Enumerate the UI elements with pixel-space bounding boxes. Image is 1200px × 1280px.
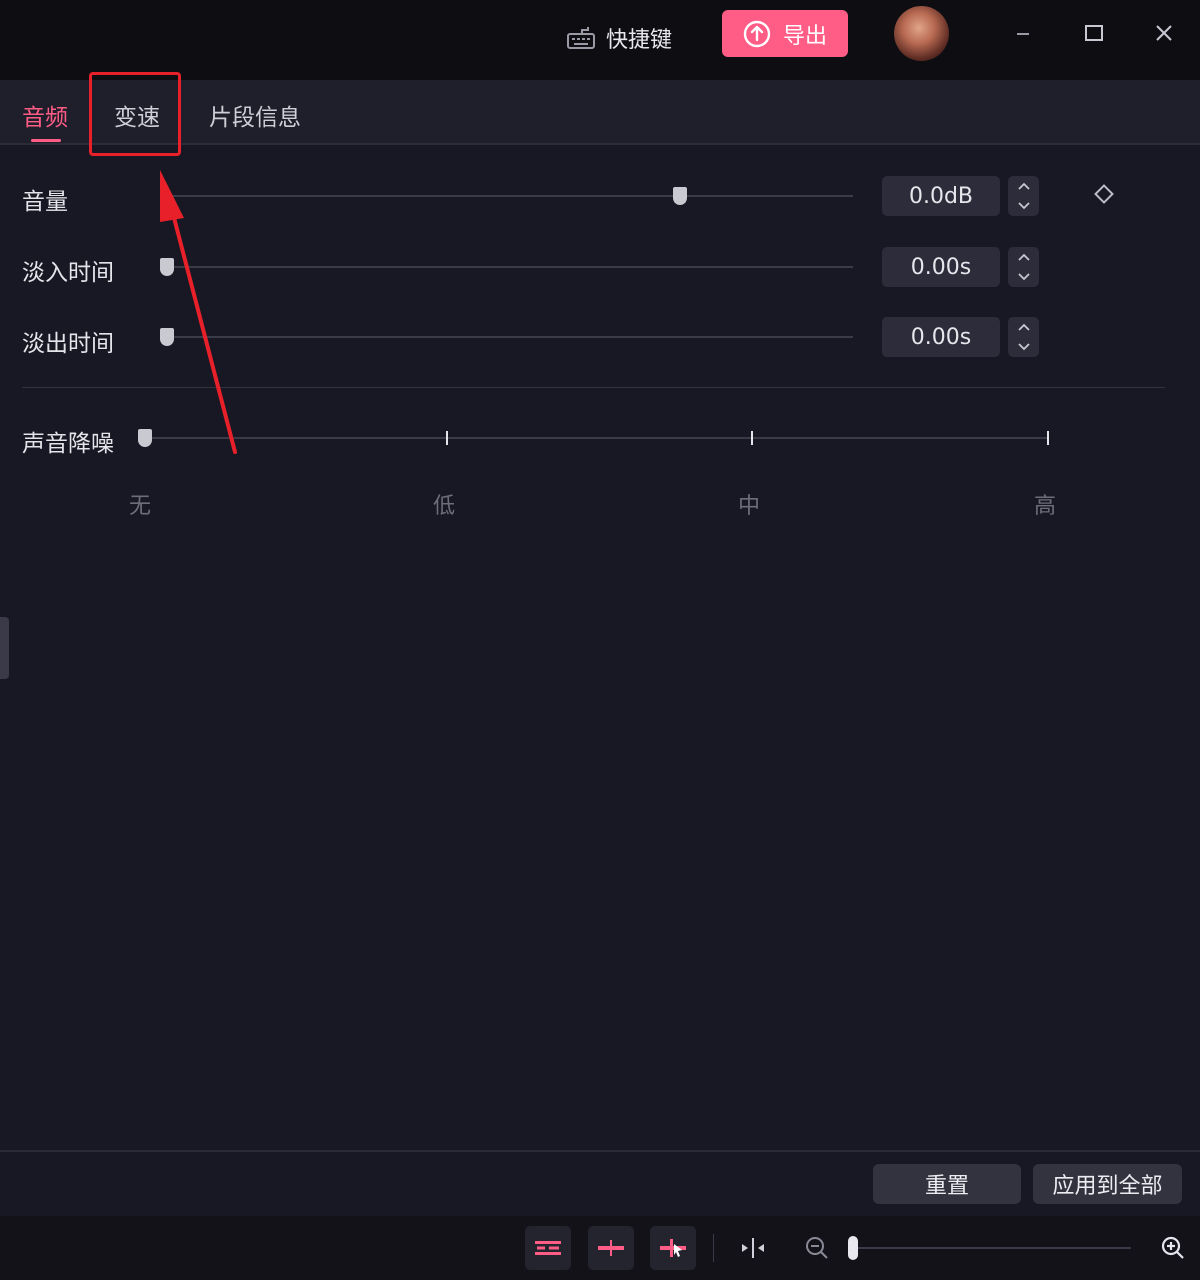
shortcut-label: 快捷键 <box>606 28 673 53</box>
fade-out-label: 淡出时间 <box>22 331 114 357</box>
user-avatar[interactable] <box>894 6 949 61</box>
fade-in-label: 淡入时间 <box>22 260 114 286</box>
cursor-link-icon <box>660 1239 686 1257</box>
noise-reduction-label: 声音降噪 <box>22 431 114 457</box>
export-label: 导出 <box>782 23 827 49</box>
apply-to-all-button[interactable]: 应用到全部 <box>1033 1164 1182 1204</box>
chevron-up-icon[interactable] <box>1008 176 1039 196</box>
noise-level-tick <box>751 431 753 445</box>
close-button[interactable] <box>1149 18 1179 48</box>
zoom-slider[interactable] <box>852 1247 1131 1249</box>
chevron-up-icon[interactable] <box>1008 247 1039 267</box>
volume-slider-thumb[interactable] <box>672 187 687 205</box>
fade-in-stepper[interactable] <box>1008 247 1039 287</box>
minimize-button[interactable] <box>1008 18 1038 48</box>
tab-clip-info[interactable]: 片段信息 <box>209 98 301 132</box>
chevron-down-icon[interactable] <box>1008 337 1039 357</box>
toolbar-separator <box>713 1234 714 1262</box>
fade-in-value[interactable]: 0.00s <box>882 247 1000 287</box>
chevron-up-icon[interactable] <box>1008 317 1039 337</box>
tab-audio[interactable]: 音频 <box>22 98 68 132</box>
fade-out-value[interactable]: 0.00s <box>882 317 1000 357</box>
fade-out-slider[interactable] <box>160 336 853 338</box>
maximize-button[interactable] <box>1079 18 1109 48</box>
split-axis-icon <box>742 1238 764 1258</box>
reset-button[interactable]: 重置 <box>873 1164 1021 1204</box>
preview-axis-button[interactable] <box>730 1226 776 1270</box>
zoom-in-button[interactable] <box>1150 1226 1196 1270</box>
noise-level-low[interactable]: 低 <box>433 488 455 520</box>
track-link-icon <box>535 1241 561 1255</box>
fade-in-slider[interactable] <box>160 266 853 268</box>
noise-level-tick <box>1047 431 1049 445</box>
noise-reduction-slider-thumb[interactable] <box>138 429 152 447</box>
zoom-out-button[interactable] <box>794 1226 840 1270</box>
section-divider <box>22 387 1165 388</box>
zoom-in-icon <box>1161 1236 1184 1259</box>
volume-stepper[interactable] <box>1008 176 1039 216</box>
snap-icon <box>598 1240 624 1256</box>
linkage-button[interactable] <box>650 1226 696 1270</box>
minimize-icon <box>1017 33 1029 35</box>
noise-level-medium[interactable]: 中 <box>738 488 760 520</box>
active-tab-indicator <box>31 139 61 142</box>
volume-label: 音量 <box>22 189 68 215</box>
keyboard-icon <box>567 27 595 49</box>
keyframe-diamond-icon[interactable] <box>1094 184 1114 204</box>
close-icon <box>1156 25 1172 41</box>
export-button[interactable]: 导出 <box>722 10 848 57</box>
annotation-highlight-box <box>89 72 181 156</box>
main-track-magnet-button[interactable] <box>525 1226 571 1270</box>
noise-level-none[interactable]: 无 <box>129 488 151 520</box>
chevron-down-icon[interactable] <box>1008 267 1039 287</box>
shortcut-button[interactable]: 快捷键 <box>566 22 672 54</box>
fade-out-stepper[interactable] <box>1008 317 1039 357</box>
noise-level-tick <box>446 431 448 445</box>
chevron-down-icon[interactable] <box>1008 196 1039 216</box>
noise-level-high[interactable]: 高 <box>1034 488 1056 520</box>
fade-out-slider-thumb[interactable] <box>160 328 174 346</box>
zoom-out-icon <box>806 1237 828 1259</box>
zoom-slider-thumb[interactable] <box>848 1236 858 1260</box>
expand-panel-handle[interactable] <box>0 617 9 679</box>
volume-slider[interactable] <box>160 195 853 197</box>
noise-reduction-slider[interactable] <box>145 437 1048 439</box>
maximize-icon <box>1085 25 1103 41</box>
auto-snap-button[interactable] <box>588 1226 634 1270</box>
upload-icon <box>743 20 771 47</box>
volume-value[interactable]: 0.0dB <box>882 176 1000 216</box>
fade-in-slider-thumb[interactable] <box>160 258 174 276</box>
